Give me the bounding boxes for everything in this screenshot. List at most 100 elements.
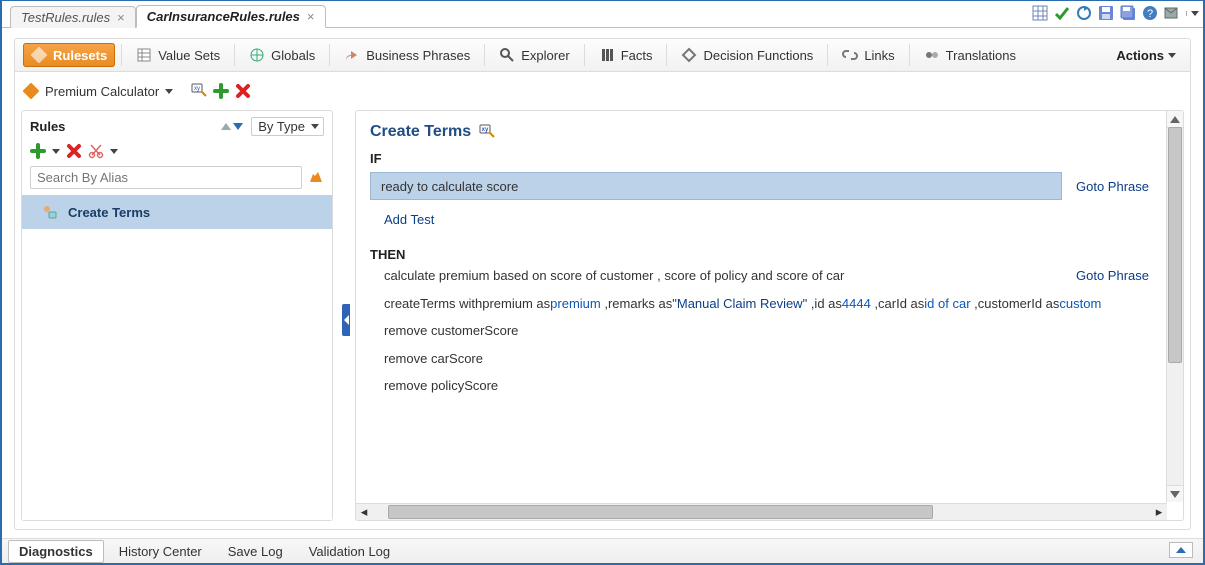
goto-phrase-link[interactable]: Goto Phrase — [1072, 268, 1153, 283]
chevron-down-icon — [1168, 53, 1176, 58]
bottom-tab-diagnostics[interactable]: Diagnostics — [8, 540, 104, 563]
editor-tab-carinsurance[interactable]: CarInsuranceRules.rules × — [136, 5, 326, 28]
tab-facts[interactable]: Facts — [591, 43, 661, 67]
chevron-down-icon — [165, 89, 173, 94]
bottom-tab-label: Validation Log — [309, 544, 390, 559]
tab-value-sets[interactable]: Value Sets — [128, 43, 228, 67]
search-input[interactable] — [30, 166, 302, 189]
then-action-row[interactable]: remove carScore — [384, 351, 1153, 367]
bottom-tab-savelog[interactable]: Save Log — [217, 540, 294, 563]
edit-icon[interactable]: xy — [191, 83, 207, 99]
if-condition-input[interactable]: ready to calculate score — [370, 172, 1062, 200]
tab-label: Decision Functions — [703, 48, 813, 63]
scroll-up-icon[interactable] — [1167, 111, 1183, 128]
rulesets-icon — [31, 47, 47, 63]
rules-designer-panel: Rulesets Value Sets Globals Business Phr… — [14, 38, 1191, 530]
actions-label: Actions — [1116, 48, 1164, 63]
add-test-link[interactable]: Add Test — [384, 212, 434, 227]
rule-list-item-label: Create Terms — [68, 205, 150, 220]
bottom-tab-label: History Center — [119, 544, 202, 559]
close-icon[interactable]: × — [117, 10, 125, 25]
tab-label: Globals — [271, 48, 315, 63]
explorer-icon — [499, 47, 515, 63]
ruleset-selector[interactable]: Premium Calculator — [23, 83, 173, 99]
then-action-row[interactable]: calculate premium based on score of cust… — [384, 268, 1153, 284]
rule-list-item[interactable]: Create Terms — [22, 195, 332, 229]
then-action-text: remove customerScore — [384, 323, 1153, 339]
scroll-down-icon[interactable] — [1167, 485, 1183, 502]
collapse-bottom-panel[interactable] — [1169, 542, 1193, 558]
rules-panel-header: Rules By Type — [22, 111, 332, 140]
validate-icon[interactable] — [1054, 5, 1070, 21]
bottom-tab-label: Save Log — [228, 544, 283, 559]
then-action-row[interactable]: createTerms withpremium aspremium ,remar… — [384, 296, 1153, 312]
rules-search-row — [22, 164, 332, 195]
goto-phrase-link[interactable]: Goto Phrase — [1072, 179, 1153, 194]
delete-icon[interactable] — [235, 83, 251, 99]
editor-content: Rulesets Value Sets Globals Business Phr… — [2, 28, 1203, 563]
facts-icon — [599, 47, 615, 63]
tab-menu-dropdown[interactable] — [1186, 11, 1197, 16]
tab-label: Translations — [946, 48, 1016, 63]
rule-title: Create Terms — [370, 123, 471, 141]
vertical-scrollbar[interactable] — [1166, 111, 1183, 502]
editor-tab-testrules[interactable]: TestRules.rules × — [10, 6, 136, 28]
edit-rule-icon[interactable]: xy — [479, 124, 495, 140]
tab-translations[interactable]: Translations — [916, 43, 1024, 67]
rules-panel-toolbar — [22, 140, 332, 164]
ruleset-icon — [23, 83, 39, 99]
body-split: Rules By Type — [15, 110, 1190, 529]
mail-icon[interactable] — [1164, 5, 1180, 21]
clear-search-icon[interactable] — [308, 170, 324, 186]
svg-text:xy: xy — [194, 86, 200, 92]
save-all-icon[interactable] — [1120, 5, 1136, 21]
tab-label: Links — [864, 48, 894, 63]
sort-direction-toggle[interactable] — [221, 123, 243, 130]
bottom-tab-validationlog[interactable]: Validation Log — [298, 540, 401, 563]
actions-menu[interactable]: Actions — [1110, 44, 1182, 67]
add-rule-dropdown[interactable] — [52, 149, 60, 154]
refresh-icon[interactable] — [1076, 5, 1092, 21]
editor-tab-label: TestRules.rules — [21, 10, 110, 25]
help-icon[interactable]: ? — [1142, 5, 1158, 21]
then-action-text: remove policyScore — [384, 378, 1153, 394]
tab-decision-functions[interactable]: Decision Functions — [673, 43, 821, 67]
rules-panel-title: Rules — [30, 119, 65, 134]
tab-links[interactable]: Links — [834, 43, 902, 67]
tab-label: Explorer — [521, 48, 569, 63]
tab-label: Facts — [621, 48, 653, 63]
scroll-left-icon[interactable]: ◂ — [356, 504, 372, 520]
editor-tab-label: CarInsuranceRules.rules — [147, 9, 300, 24]
then-action-row[interactable]: remove policyScore — [384, 378, 1153, 394]
rules-list: Create Terms — [22, 195, 332, 520]
sort-by-dropdown[interactable]: By Type — [251, 117, 324, 136]
bottom-tab-history[interactable]: History Center — [108, 540, 213, 563]
add-icon[interactable] — [213, 83, 229, 99]
then-action-row[interactable]: remove customerScore — [384, 323, 1153, 339]
grid-icon[interactable] — [1032, 5, 1048, 21]
cut-icon[interactable] — [88, 143, 104, 159]
ruleset-toolbar: Premium Calculator xy — [15, 72, 1190, 110]
cut-dropdown[interactable] — [110, 149, 118, 154]
tab-business-phrases[interactable]: Business Phrases — [336, 43, 478, 67]
tab-rulesets[interactable]: Rulesets — [23, 43, 115, 67]
rule-icon — [42, 204, 58, 220]
add-rule-icon[interactable] — [30, 143, 46, 159]
valuesets-icon — [136, 47, 152, 63]
globals-icon — [249, 47, 265, 63]
then-actions: calculate premium based on score of cust… — [370, 268, 1153, 394]
scroll-thumb[interactable] — [1168, 127, 1182, 364]
horizontal-scrollbar[interactable]: ◂ ▸ — [356, 503, 1167, 520]
rule-editor: Create Terms xy IF ready to calculate sc… — [355, 110, 1184, 521]
save-icon[interactable] — [1098, 5, 1114, 21]
delete-rule-icon[interactable] — [66, 143, 82, 159]
then-label: THEN — [370, 247, 1153, 262]
scroll-thumb[interactable] — [388, 505, 933, 519]
collapse-left-icon — [342, 304, 350, 336]
tab-globals[interactable]: Globals — [241, 43, 323, 67]
close-icon[interactable]: × — [307, 9, 315, 24]
split-handle[interactable] — [339, 110, 353, 529]
tab-label: Rulesets — [53, 48, 107, 63]
tab-explorer[interactable]: Explorer — [491, 43, 577, 67]
scroll-right-icon[interactable]: ▸ — [1151, 504, 1167, 520]
